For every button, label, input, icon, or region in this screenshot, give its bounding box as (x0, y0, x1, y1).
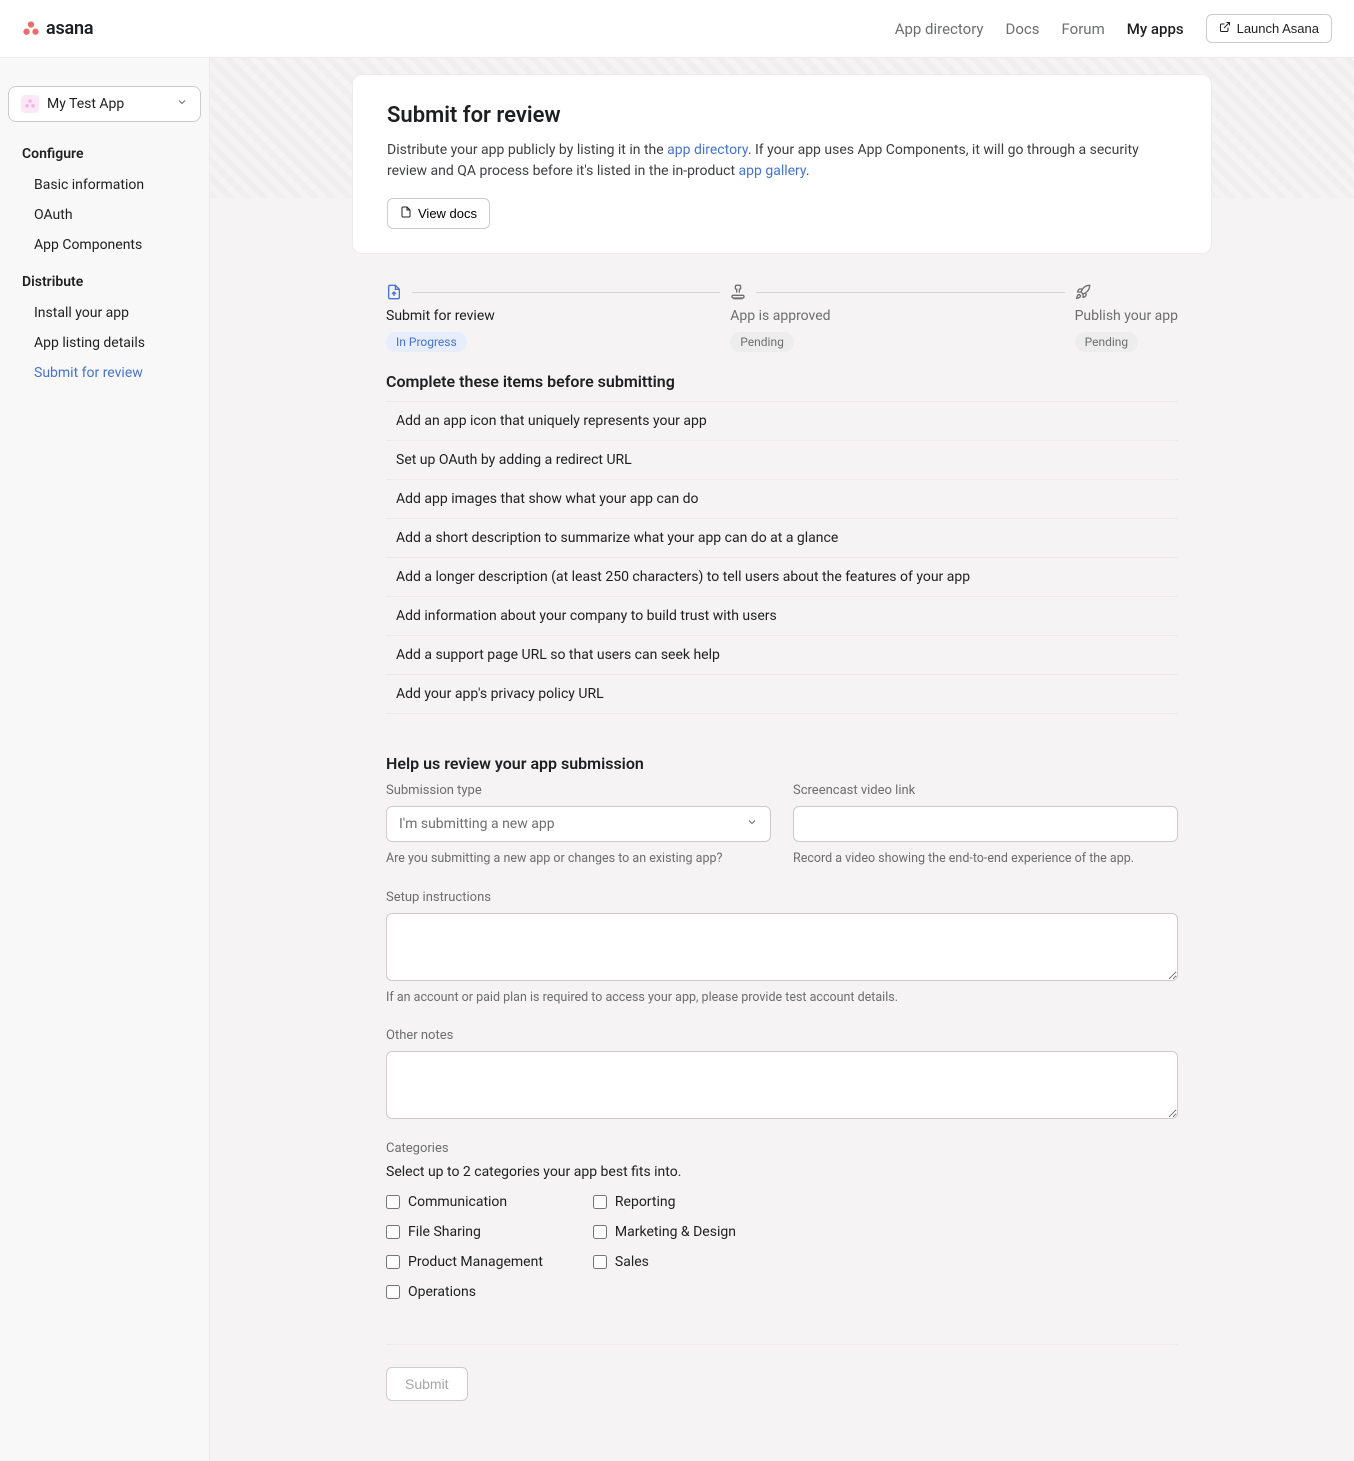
side-heading-configure: Configure (22, 146, 187, 162)
nav-forum[interactable]: Forum (1062, 20, 1105, 38)
category-product-management[interactable]: Product Management (386, 1254, 543, 1270)
top-nav-links: App directory Docs Forum My apps Launch … (895, 14, 1332, 43)
checklist-item[interactable]: Add a longer description (at least 250 c… (386, 558, 1178, 597)
side-group-configure: Configure Basic information OAuth App Co… (8, 146, 201, 260)
checklist: Add an app icon that uniquely represents… (386, 401, 1178, 714)
asana-logo-icon (22, 20, 40, 38)
checkbox[interactable] (386, 1195, 400, 1209)
sidebar-item-app-listing-details[interactable]: App listing details (22, 328, 187, 358)
screencast-input[interactable] (793, 806, 1178, 842)
nav-app-directory[interactable]: App directory (895, 20, 984, 38)
stepper: Submit for review In Progress App is app… (352, 284, 1212, 352)
field-label: Screencast video link (793, 783, 1178, 798)
field-label: Submission type (386, 783, 771, 798)
checklist-item[interactable]: Set up OAuth by adding a redirect URL (386, 441, 1178, 480)
field-setup-instructions: Setup instructions If an account or paid… (386, 890, 1178, 1007)
checkbox[interactable] (386, 1255, 400, 1269)
brand-name: asana (46, 18, 93, 39)
side-heading-distribute: Distribute (22, 274, 187, 290)
checkbox[interactable] (593, 1195, 607, 1209)
field-help: Record a video showing the end-to-end ex… (793, 850, 1178, 868)
step-title: Publish your app (1075, 308, 1178, 324)
checkbox[interactable] (593, 1255, 607, 1269)
checklist-item[interactable]: Add information about your company to bu… (386, 597, 1178, 636)
field-categories: Categories Select up to 2 categories you… (386, 1141, 1178, 1314)
sidebar-item-install-your-app[interactable]: Install your app (22, 298, 187, 328)
submission-type-select[interactable]: I'm submitting a new app (386, 806, 771, 842)
link-app-gallery[interactable]: app gallery (739, 163, 806, 179)
rocket-icon (1075, 284, 1091, 300)
sidebar-item-oauth[interactable]: OAuth (22, 200, 187, 230)
submit-icon (386, 284, 402, 300)
top-nav: asana App directory Docs Forum My apps L… (0, 0, 1354, 58)
select-value: I'm submitting a new app (399, 816, 555, 832)
category-marketing-design[interactable]: Marketing & Design (593, 1224, 736, 1240)
nav-my-apps[interactable]: My apps (1127, 20, 1184, 38)
checklist-item[interactable]: Add a support page URL so that users can… (386, 636, 1178, 675)
other-notes-textarea[interactable] (386, 1051, 1178, 1119)
checklist-item[interactable]: Add an app icon that uniquely represents… (386, 402, 1178, 441)
category-operations[interactable]: Operations (386, 1284, 543, 1300)
step-publish: Publish your app Pending (1075, 284, 1178, 352)
app-selector-label: My Test App (47, 96, 124, 112)
launch-asana-label: Launch Asana (1237, 21, 1319, 36)
page-title: Submit for review (387, 103, 1177, 128)
categories-hint: Select up to 2 categories your app best … (386, 1164, 1178, 1180)
field-help: If an account or paid plan is required t… (386, 989, 1178, 1007)
document-icon (400, 205, 412, 222)
checkbox[interactable] (593, 1225, 607, 1239)
setup-instructions-textarea[interactable] (386, 913, 1178, 981)
view-docs-label: View docs (418, 206, 477, 221)
step-submit-for-review: Submit for review In Progress (386, 284, 730, 352)
field-label: Setup instructions (386, 890, 1178, 905)
step-app-approved: App is approved Pending (730, 284, 1074, 352)
chevron-down-icon (746, 816, 758, 832)
side-group-distribute: Distribute Install your app App listing … (8, 274, 201, 388)
main-content: Submit for review Distribute your app pu… (210, 58, 1354, 1461)
field-submission-type: Submission type I'm submitting a new app… (386, 783, 771, 868)
checklist-item[interactable]: Add a short description to summarize wha… (386, 519, 1178, 558)
checkbox[interactable] (386, 1225, 400, 1239)
category-reporting[interactable]: Reporting (593, 1194, 736, 1210)
external-link-icon (1219, 21, 1231, 36)
checkbox[interactable] (386, 1285, 400, 1299)
hero-card: Submit for review Distribute your app pu… (352, 74, 1212, 254)
form-heading: Help us review your app submission (386, 754, 1178, 773)
link-app-directory[interactable]: app directory (667, 142, 748, 158)
step-title: App is approved (730, 308, 1074, 324)
status-badge: Pending (1075, 332, 1139, 352)
category-file-sharing[interactable]: File Sharing (386, 1224, 543, 1240)
field-label: Categories (386, 1141, 1178, 1156)
checklist-heading: Complete these items before submitting (386, 372, 1178, 391)
category-communication[interactable]: Communication (386, 1194, 543, 1210)
step-title: Submit for review (386, 308, 730, 324)
sidebar-item-app-components[interactable]: App Components (22, 230, 187, 260)
submit-button[interactable]: Submit (386, 1367, 468, 1401)
launch-asana-button[interactable]: Launch Asana (1206, 14, 1332, 43)
brand: asana (22, 18, 93, 39)
app-icon (21, 95, 39, 113)
view-docs-button[interactable]: View docs (387, 198, 490, 229)
field-other-notes: Other notes (386, 1028, 1178, 1119)
sidebar-item-basic-information[interactable]: Basic information (22, 170, 187, 200)
hero-description: Distribute your app publicly by listing … (387, 140, 1177, 182)
field-screencast: Screencast video link Record a video sho… (793, 783, 1178, 868)
nav-docs[interactable]: Docs (1006, 20, 1040, 38)
sidebar: My Test App Configure Basic information … (0, 58, 210, 1461)
status-badge: In Progress (386, 332, 467, 352)
chevron-down-icon (176, 96, 188, 112)
field-help: Are you submitting a new app or changes … (386, 850, 771, 868)
status-badge: Pending (730, 332, 794, 352)
app-selector[interactable]: My Test App (8, 86, 201, 122)
sidebar-item-submit-for-review[interactable]: Submit for review (22, 358, 187, 388)
field-label: Other notes (386, 1028, 1178, 1043)
stamp-icon (730, 284, 746, 300)
checklist-item[interactable]: Add app images that show what your app c… (386, 480, 1178, 519)
category-sales[interactable]: Sales (593, 1254, 736, 1270)
checklist-item[interactable]: Add your app's privacy policy URL (386, 675, 1178, 714)
